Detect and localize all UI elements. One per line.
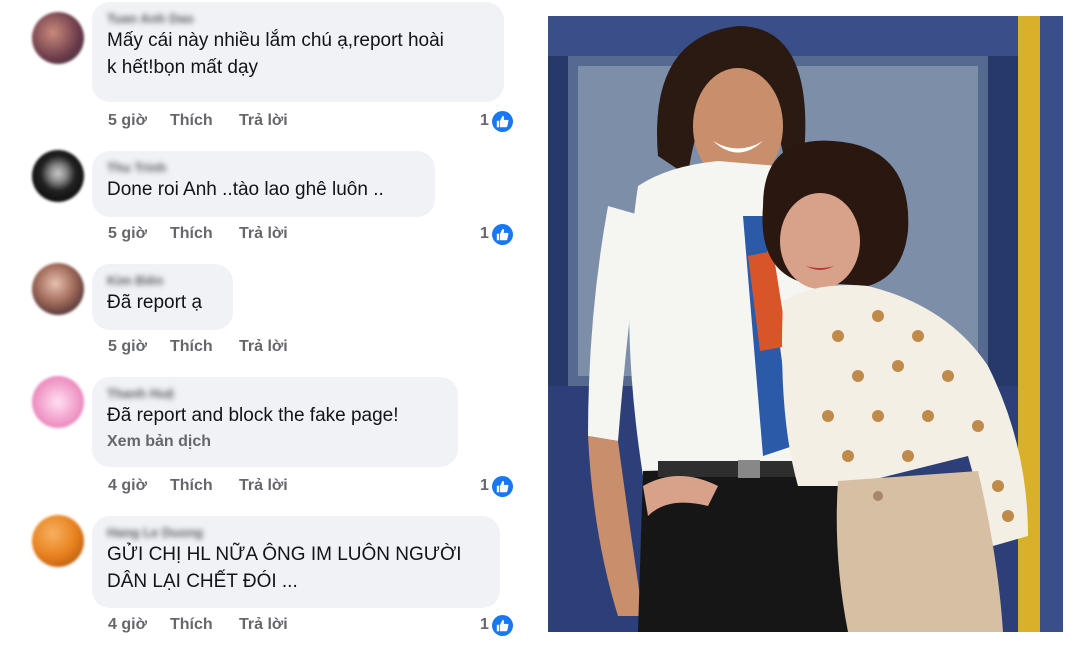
comment-list: Tuan Anh Dao Mấy cái này nhiều lắm chú ạ… — [0, 0, 530, 648]
reply-link[interactable]: Trả lời — [239, 223, 288, 245]
comment-bubble: Tuan Anh Dao Mấy cái này nhiều lắm chú ạ… — [92, 2, 504, 102]
photo-illustration — [548, 16, 1063, 632]
reaction-count[interactable]: 1 — [480, 614, 513, 636]
reaction-count[interactable]: 1 — [480, 223, 513, 245]
thumbs-up-icon — [491, 223, 513, 245]
see-translation-link[interactable]: Xem bản dịch — [107, 431, 443, 453]
comment-author[interactable]: Hang Le Duong — [107, 524, 485, 541]
comment-bubble: Thu Trinh Done roi Anh ..tào lao ghê luô… — [92, 151, 435, 217]
reaction-count[interactable]: 1 — [480, 110, 513, 132]
comment-bubble: Thanh Huệ Đã report and block the fake p… — [92, 377, 458, 467]
avatar[interactable] — [32, 515, 84, 567]
comment-author[interactable]: Thu Trinh — [107, 159, 420, 176]
comment-text: Mấy cái này nhiều lắm chú ạ,report hoài … — [107, 30, 444, 78]
like-link[interactable]: Thích — [170, 336, 213, 358]
photo-two-people — [548, 16, 1063, 632]
reaction-count-text: 1 — [480, 225, 489, 242]
comment-author[interactable]: Kim Biên — [107, 272, 218, 289]
thumbs-up-icon — [491, 110, 513, 132]
like-link[interactable]: Thích — [170, 223, 213, 245]
comment-bubble: Kim Biên Đã report ạ — [92, 264, 233, 330]
comment-text: Đã report ạ — [107, 292, 203, 313]
thumbs-up-icon — [491, 614, 513, 636]
avatar[interactable] — [32, 376, 84, 428]
comment-time[interactable]: 5 giờ — [108, 110, 147, 132]
comment-author[interactable]: Tuan Anh Dao — [107, 10, 489, 27]
avatar[interactable] — [32, 150, 84, 202]
comment-text: GỬI CHỊ HL NỮA ÔNG IM LUÔN NGƯỜI DÂN LẠI… — [107, 544, 462, 592]
like-link[interactable]: Thích — [170, 475, 213, 497]
reply-link[interactable]: Trả lời — [239, 614, 288, 636]
avatar[interactable] — [32, 12, 84, 64]
reaction-count-text: 1 — [480, 112, 489, 129]
reaction-count-text: 1 — [480, 616, 489, 633]
comment-author[interactable]: Thanh Huệ — [107, 385, 443, 402]
like-link[interactable]: Thích — [170, 110, 213, 132]
reaction-count-text: 1 — [480, 477, 489, 494]
comment-time[interactable]: 5 giờ — [108, 223, 147, 245]
comment-time[interactable]: 4 giờ — [108, 475, 147, 497]
comment-bubble: Hang Le Duong GỬI CHỊ HL NỮA ÔNG IM LUÔN… — [92, 516, 500, 608]
comment-text: Đã report and block the fake page! — [107, 405, 399, 426]
thumbs-up-icon — [491, 475, 513, 497]
reaction-count[interactable]: 1 — [480, 475, 513, 497]
reply-link[interactable]: Trả lời — [239, 336, 288, 358]
reply-link[interactable]: Trả lời — [239, 475, 288, 497]
reply-link[interactable]: Trả lời — [239, 110, 288, 132]
comment-time[interactable]: 5 giờ — [108, 336, 147, 358]
like-link[interactable]: Thích — [170, 614, 213, 636]
avatar[interactable] — [32, 263, 84, 315]
comment-time[interactable]: 4 giờ — [108, 614, 147, 636]
comment-text: Done roi Anh ..tào lao ghê luôn .. — [107, 179, 384, 200]
